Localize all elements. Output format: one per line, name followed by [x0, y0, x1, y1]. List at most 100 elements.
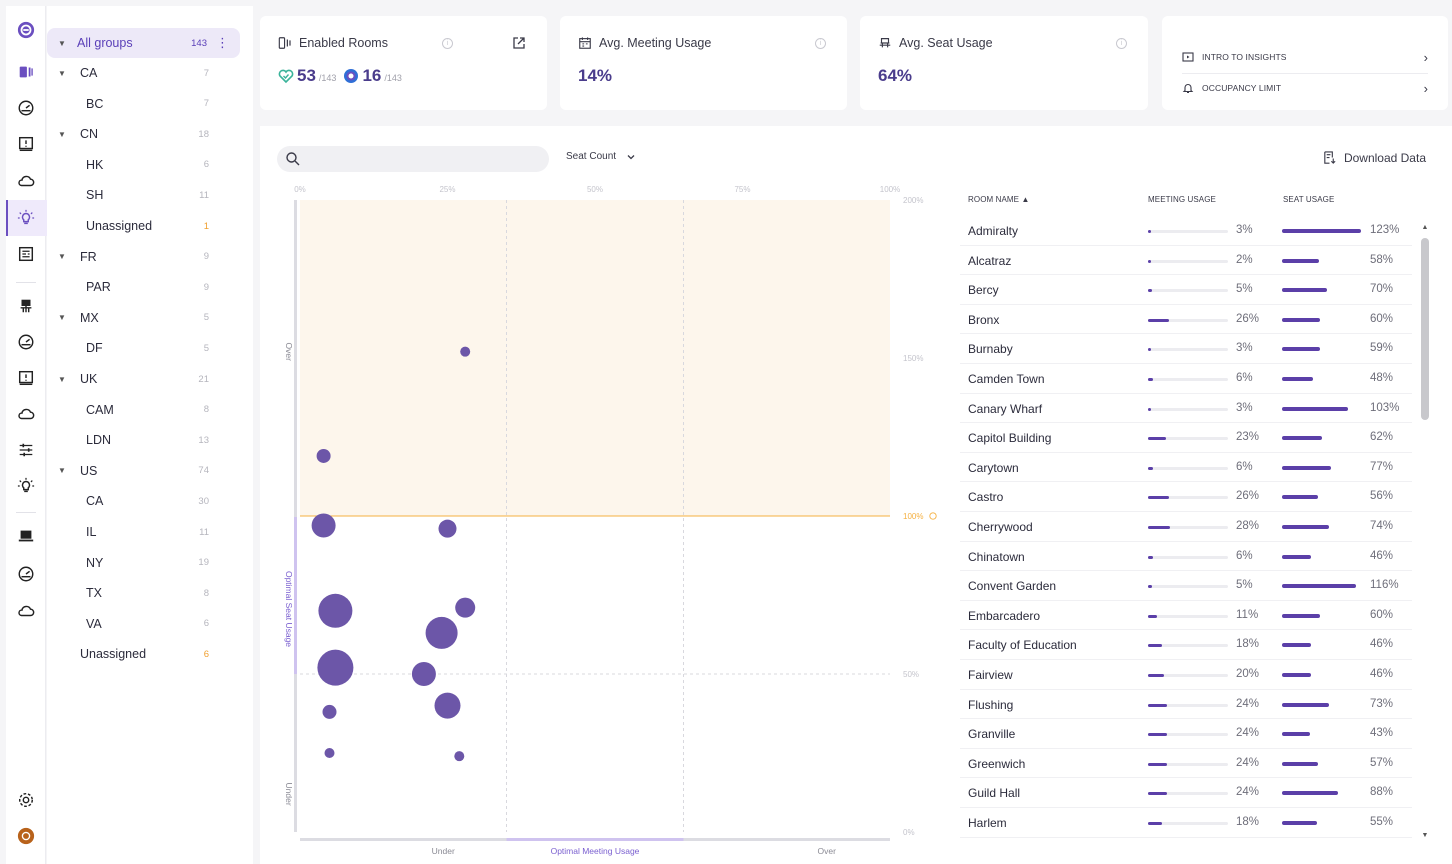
dashboard-2-icon[interactable]: [16, 332, 36, 352]
table-row[interactable]: Faculty of Education 18% 46%: [960, 630, 1412, 660]
table-row[interactable]: Cherrywood 28% 74%: [960, 512, 1412, 542]
group-item[interactable]: ▼ FR 9: [47, 242, 253, 272]
table-row[interactable]: Bercy 5% 70%: [960, 275, 1412, 305]
table-row[interactable]: Fairview 20% 46%: [960, 660, 1412, 690]
chevron-down-icon[interactable]: ▼: [57, 252, 67, 261]
data-point[interactable]: [318, 593, 353, 628]
data-point[interactable]: [434, 692, 461, 719]
group-item[interactable]: Unassigned 1: [47, 211, 253, 241]
data-point[interactable]: [411, 662, 436, 686]
link-occupancy-limit[interactable]: OCCUPANCY LIMIT ›: [1182, 73, 1428, 103]
table-row[interactable]: Camden Town 6% 48%: [960, 364, 1412, 394]
group-item[interactable]: ▼ CA 7: [47, 58, 253, 88]
group-item[interactable]: ▼ US 74: [47, 456, 253, 486]
group-item[interactable]: LDN 13: [47, 425, 253, 455]
chevron-down-icon[interactable]: ▼: [57, 375, 67, 384]
devices-icon[interactable]: [16, 296, 36, 316]
table-row[interactable]: Castro 26% 56%: [960, 482, 1412, 512]
app-logo-icon[interactable]: [16, 20, 36, 40]
data-point[interactable]: [454, 751, 465, 762]
group-item[interactable]: DF 5: [47, 333, 253, 363]
group-item[interactable]: VA 6: [47, 609, 253, 639]
col-room-name[interactable]: ROOM NAME ▲: [968, 195, 1029, 204]
search-input[interactable]: [307, 149, 537, 169]
dashboard-icon[interactable]: [16, 98, 36, 118]
search-box[interactable]: [277, 146, 549, 172]
data-point[interactable]: [460, 346, 471, 357]
group-item[interactable]: CAM 8: [47, 395, 253, 425]
group-item[interactable]: TX 8: [47, 578, 253, 608]
more-options-icon[interactable]: ⋮: [216, 35, 229, 51]
group-item[interactable]: NY 19: [47, 548, 253, 578]
group-item[interactable]: BC 7: [47, 89, 253, 119]
cloud-3-icon[interactable]: [16, 601, 36, 621]
threshold-info-icon[interactable]: [929, 512, 937, 520]
external-link-icon[interactable]: [512, 36, 526, 50]
lightbulb-icon[interactable]: [16, 476, 36, 496]
info-icon[interactable]: i: [1116, 38, 1127, 49]
seat-count-dropdown[interactable]: Seat Count: [566, 151, 636, 162]
table-scrollbar[interactable]: ▲ ▼: [1418, 224, 1432, 846]
table-row[interactable]: Capitol Building 23% 62%: [960, 423, 1412, 453]
group-item[interactable]: ▼ CN 18: [47, 119, 253, 149]
link-intro-to-insights[interactable]: INTRO TO INSIGHTS ›: [1182, 42, 1428, 72]
col-seat-usage[interactable]: SEAT USAGE: [1283, 195, 1334, 204]
table-row[interactable]: Admiralty 3% 123%: [960, 216, 1412, 246]
chevron-down-icon[interactable]: ▼: [57, 69, 67, 78]
group-label: MX: [80, 310, 99, 325]
laptop-icon[interactable]: [16, 526, 36, 546]
chevron-down-icon[interactable]: ▼: [57, 39, 67, 48]
settings-icon[interactable]: [16, 790, 36, 810]
table-row[interactable]: Granville 24% 43%: [960, 719, 1412, 749]
table-row[interactable]: Bronx 26% 60%: [960, 305, 1412, 335]
table-row[interactable]: Convent Garden 5% 116%: [960, 571, 1412, 601]
data-point[interactable]: [425, 616, 458, 649]
data-point[interactable]: [311, 513, 336, 538]
scroll-down-icon[interactable]: ▼: [1420, 832, 1430, 842]
alerts-icon[interactable]: [16, 134, 36, 154]
table-row[interactable]: Flushing 24% 73%: [960, 690, 1412, 720]
scroll-up-icon[interactable]: ▲: [1420, 224, 1430, 234]
data-point[interactable]: [322, 704, 337, 719]
table-row[interactable]: Alcatraz 2% 58%: [960, 246, 1412, 276]
table-row[interactable]: Harlem 18% 55%: [960, 808, 1412, 838]
info-icon[interactable]: i: [815, 38, 826, 49]
insights-icon[interactable]: [6, 200, 48, 236]
user-avatar-icon[interactable]: [16, 826, 36, 846]
sliders-icon[interactable]: [16, 440, 36, 460]
group-item[interactable]: PAR 9: [47, 272, 253, 302]
group-all-groups[interactable]: ▼ All groups 143 ⋮: [47, 28, 240, 58]
chevron-down-icon[interactable]: ▼: [57, 313, 67, 322]
cloud-icon[interactable]: [16, 171, 36, 191]
table-row[interactable]: Carytown 6% 77%: [960, 453, 1412, 483]
group-item[interactable]: Unassigned 6: [47, 639, 253, 669]
table-row[interactable]: Greenwich 24% 57%: [960, 749, 1412, 779]
group-item[interactable]: ▼ UK 21: [47, 364, 253, 394]
cloud-2-icon[interactable]: [16, 404, 36, 424]
rooms-icon[interactable]: [16, 62, 36, 82]
table-row[interactable]: Burnaby 3% 59%: [960, 334, 1412, 364]
download-data-button[interactable]: Download Data: [1322, 150, 1426, 165]
group-item[interactable]: SH 11: [47, 180, 253, 210]
table-row[interactable]: Embarcadero 11% 60%: [960, 601, 1412, 631]
group-item[interactable]: CA 30: [47, 486, 253, 516]
group-item[interactable]: ▼ MX 5: [47, 303, 253, 333]
table-row[interactable]: Chinatown 6% 46%: [960, 542, 1412, 572]
col-meeting-usage[interactable]: MEETING USAGE: [1148, 195, 1216, 204]
group-item[interactable]: IL 11: [47, 517, 253, 547]
data-point[interactable]: [455, 597, 476, 618]
table-row[interactable]: Guild Hall 24% 88%: [960, 778, 1412, 808]
table-row[interactable]: Canary Wharf 3% 103%: [960, 394, 1412, 424]
scroll-thumb[interactable]: [1421, 238, 1429, 420]
chevron-down-icon[interactable]: ▼: [57, 466, 67, 475]
data-point[interactable]: [317, 649, 354, 686]
alerts-2-icon[interactable]: [16, 368, 36, 388]
data-point[interactable]: [438, 519, 457, 538]
reports-icon[interactable]: [16, 244, 36, 264]
dashboard-3-icon[interactable]: [16, 564, 36, 584]
info-icon[interactable]: i: [442, 38, 453, 49]
data-point[interactable]: [316, 448, 331, 463]
data-point[interactable]: [324, 748, 335, 758]
chevron-down-icon[interactable]: ▼: [57, 130, 67, 139]
group-item[interactable]: HK 6: [47, 150, 253, 180]
